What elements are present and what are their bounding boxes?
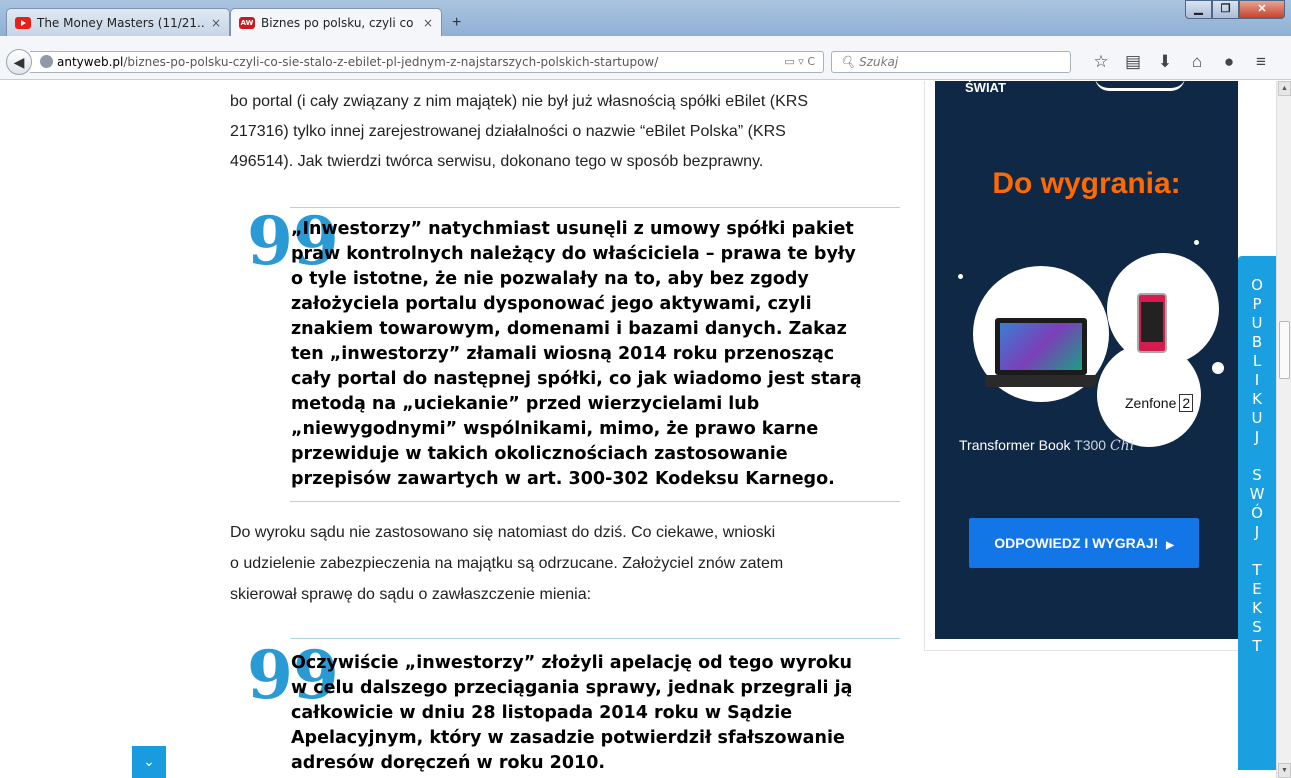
quote-line: Apelacyjnym, który w zasadzie potwierdzi… — [291, 728, 845, 748]
ad-title: Do wygrania: — [992, 167, 1181, 200]
laptop-base-image — [983, 375, 1099, 387]
answer-and-win-button[interactable]: ODPOWIEDZ I WYGRAJ! ▶ — [969, 518, 1199, 568]
quote-line: „niewygodnymi” wspólnikami, mimo, że pra… — [291, 419, 819, 439]
toolbar-icons: ☆ ▤ ⬇ ⌂ ● ≡ — [1085, 49, 1277, 75]
text-line: o udzielenie zabezpieczenia na majątku s… — [230, 555, 784, 572]
phone-image — [1137, 293, 1167, 353]
page-scrollbar[interactable]: ▲ ▼ — [1276, 81, 1291, 778]
scroll-up-arrow-icon[interactable]: ▲ — [1278, 81, 1291, 96]
blockquote: Oczywiście „inwestorzy” złożyli apelację… — [291, 651, 852, 776]
search-placeholder: Szukaj — [859, 55, 899, 69]
title-bar: The Money Masters (11/21... × AW Biznes … — [0, 0, 1291, 36]
article-paragraph: Do wyroku sądu nie zastosowano się natom… — [230, 517, 783, 610]
quote-line: całkowicie w dniu 28 listopada 2014 roku… — [291, 703, 793, 723]
transformer-label: Transformer Book T300 Chi — [959, 437, 1135, 454]
ad-border — [924, 81, 925, 651]
home-icon[interactable]: ⌂ — [1181, 49, 1213, 75]
tab-close-icon[interactable]: × — [423, 16, 433, 30]
chat-icon[interactable]: ● — [1213, 49, 1245, 75]
quote-divider — [290, 638, 900, 639]
tab-label: The Money Masters (11/21... — [37, 15, 205, 30]
quote-line: w celu dalszego przeciągania sprawy, jed… — [291, 678, 853, 698]
reader-reload-icons[interactable]: ▭ ▿ C — [784, 52, 815, 72]
menu-icon[interactable]: ≡ — [1245, 49, 1277, 75]
window-controls: ▁ ❐ ✕ — [1185, 0, 1285, 19]
text-line: 217316) tylko innej zarejestrowanej dzia… — [230, 123, 786, 140]
ad-brand-text: ŚWIAT — [965, 81, 1006, 95]
maximize-button[interactable]: ❐ — [1212, 0, 1239, 19]
zenfone-label: Zenfone 2 — [1125, 394, 1194, 412]
scroll-down-arrow-icon[interactable]: ▼ — [1278, 763, 1291, 778]
quote-divider — [290, 207, 900, 208]
url-path: /biznes-po-polsku-czyli-co-sie-stalo-z-e… — [123, 55, 659, 69]
tab-money-masters[interactable]: The Money Masters (11/21... × — [6, 8, 230, 36]
advertisement-banner[interactable]: ŚWIAT Do wygrania: Zenfone 2 Transformer … — [935, 81, 1238, 639]
star-dot-icon — [958, 274, 963, 279]
quote-line: praw kontrolnych należący do właściciela… — [291, 244, 856, 264]
close-window-button[interactable]: ✕ — [1239, 0, 1285, 19]
tab-biznes-po-polsku[interactable]: AW Biznes po polsku, czyli co s... × — [230, 8, 442, 36]
reading-list-icon[interactable]: ▤ — [1117, 49, 1149, 75]
quote-line: założyciela portalu dysponować jego akty… — [291, 294, 812, 314]
ad-border — [924, 650, 1244, 651]
star-dot-icon — [1194, 240, 1199, 245]
article-paragraph: bo portal (i cały związany z nim majątek… — [230, 87, 808, 177]
text-line: skierował sprawę do sądu o zawłaszczenie… — [230, 586, 592, 603]
quote-divider — [290, 501, 900, 502]
star-icon[interactable]: ☆ — [1085, 49, 1117, 75]
tab-close-icon[interactable]: × — [211, 16, 221, 30]
address-bar[interactable]: antyweb.pl/biznes-po-polsku-czyli-co-sie… — [30, 51, 824, 73]
antyweb-favicon-icon: AW — [239, 16, 255, 29]
quote-line: o tyle istotne, że nie pozwalały na to, … — [291, 269, 809, 289]
text-line: Do wyroku sądu nie zastosowano się natom… — [230, 524, 776, 541]
minimize-button[interactable]: ▁ — [1185, 0, 1212, 19]
quote-line: przewiduje w takich okolicznościach zast… — [291, 444, 788, 464]
quote-line: przepisów zawartych w art. 300-302 Kodek… — [291, 469, 835, 489]
tab-label: Biznes po polsku, czyli co s... — [261, 15, 417, 30]
quote-line: Oczywiście „inwestorzy” złożyli apelację… — [291, 653, 852, 673]
navigation-toolbar: antyweb.pl/biznes-po-polsku-czyli-co-sie… — [0, 36, 1291, 80]
quote-line: metodą na „uciekanie” przed wierzycielam… — [291, 394, 760, 414]
quote-line: ten „inwestorzy” złamali wiosną 2014 rok… — [291, 344, 835, 364]
laptop-image — [995, 318, 1087, 375]
youtube-favicon-icon — [15, 16, 31, 29]
url-host: antyweb.pl — [57, 55, 124, 69]
text-line: bo portal (i cały związany z nim majątek… — [230, 93, 808, 110]
quote-line: „Inwestorzy” natychmiast usunęli z umowy… — [291, 219, 854, 239]
quote-line: adresów doręczeń w roku 2010. — [291, 753, 606, 773]
back-button[interactable]: ◀ — [6, 49, 32, 75]
search-input[interactable]: 🔍︎ Szukaj — [831, 51, 1071, 73]
scroll-thumb[interactable] — [1279, 321, 1290, 379]
quote-line: znakiem towarowym, domenami i bazami dan… — [291, 319, 847, 339]
article-content: bo portal (i cały związany z nim majątek… — [205, 81, 905, 778]
quote-line: cały portal do następnej spółki, co jak … — [291, 369, 862, 389]
download-icon[interactable]: ⬇ — [1149, 49, 1181, 75]
blockquote: „Inwestorzy” natychmiast usunęli z umowy… — [291, 217, 862, 492]
globe-icon — [40, 55, 53, 68]
asus-logo-icon — [1095, 81, 1185, 91]
new-tab-button[interactable]: + — [452, 14, 461, 32]
scroll-down-button[interactable]: ⌄ — [132, 746, 166, 778]
text-line: 496514). Jak twierdzi twórca serwisu, do… — [230, 153, 764, 170]
star-dot-icon — [1212, 362, 1224, 374]
publish-label: O P U B L I K U J S W Ó J T E K S T — [1249, 276, 1265, 655]
publish-your-text-button[interactable]: O P U B L I K U J S W Ó J T E K S T — [1238, 256, 1276, 770]
